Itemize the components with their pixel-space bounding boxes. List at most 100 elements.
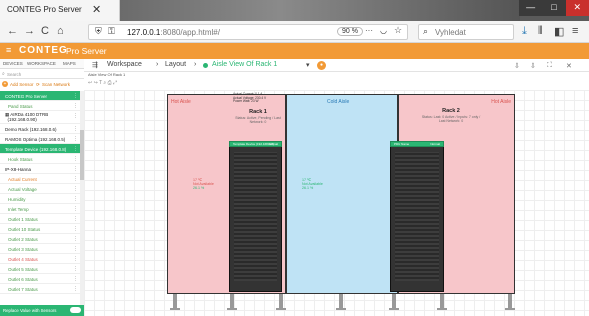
tree-item[interactable]: Inlet Temp ⋮ xyxy=(0,204,80,214)
back-icon[interactable]: ← xyxy=(7,25,18,37)
tree-item[interactable]: Outlet 3 Status ⋮ xyxy=(0,244,80,254)
more-menu-icon[interactable]: ⋮ xyxy=(73,156,78,162)
tree-item[interactable]: Outlet 7 Status ⋮ xyxy=(0,284,80,294)
more-menu-icon[interactable]: ⋮ xyxy=(73,103,78,109)
more-menu-icon[interactable]: ⋮ xyxy=(73,136,78,142)
more-menu-icon[interactable]: ⋮ xyxy=(73,166,78,172)
tree-item[interactable]: Outlet 5 Status ⋮ xyxy=(0,264,80,274)
more-menu-icon[interactable]: ⋮ xyxy=(73,206,78,212)
more-menu-icon[interactable]: ⋮ xyxy=(73,176,78,182)
more-menu-icon[interactable]: ⋮ xyxy=(73,246,78,252)
crumb-layout[interactable]: Layout xyxy=(165,61,186,68)
scan-network-button[interactable]: Scan Network xyxy=(42,82,70,87)
canvas-toolbar[interactable]: ↩ ↪ T ⌕ ⎙ ⤢ xyxy=(88,80,117,86)
more-menu-icon[interactable]: ⋮ xyxy=(73,126,78,132)
notification-badge[interactable]: ● xyxy=(317,61,326,70)
fullscreen-icon[interactable]: ⛶ xyxy=(547,62,552,70)
home-icon[interactable]: ⌂ xyxy=(57,25,64,37)
cold-aisle-label: Cold Aisle xyxy=(327,99,350,105)
tab-maps[interactable]: MAPS xyxy=(63,61,76,66)
tab-devices[interactable]: DEVICES xyxy=(3,61,23,66)
browser-tab[interactable]: CONTEG Pro Server ✕ xyxy=(0,0,120,21)
more-menu-icon[interactable]: ⋮ xyxy=(73,113,78,119)
search-box[interactable]: ⌕ Vyhledat xyxy=(418,24,514,40)
floor-foot xyxy=(227,308,237,310)
more-menu-icon[interactable]: ⋮ xyxy=(73,236,78,242)
rack-2[interactable] xyxy=(390,141,444,292)
tree-item-label: Inlet Temp xyxy=(8,207,29,212)
export-icon[interactable]: ⇩ xyxy=(514,62,520,70)
footer-toggle[interactable] xyxy=(70,307,81,313)
more-menu-icon[interactable]: ⋮ xyxy=(73,146,78,152)
rack-1-title: Rack 1 xyxy=(249,109,267,115)
crumb-aisle-view[interactable]: Aisle View Of Rack 1 xyxy=(212,61,277,68)
maximize-button[interactable]: □ xyxy=(542,0,565,16)
tree-item-label: Hook Status xyxy=(8,157,33,162)
tree-item[interactable]: ▦ AIRDa 4100 DTRB (192.168.0.90) ⋮ xyxy=(0,111,80,124)
tree-item-label: CONTEG Pro Server xyxy=(5,94,48,99)
tree-item[interactable]: Outlet 1 Status ⋮ xyxy=(0,214,80,224)
url-bar[interactable]: ⛨ ⚿ 127.0.0.1:8080/app.html#/ 90 % ··· ◡… xyxy=(88,24,408,40)
hot-aisle-label: Hot Aisle xyxy=(491,99,511,105)
tree-item[interactable]: Actual Current ⋮ xyxy=(0,174,80,184)
tree-item[interactable]: Outlet 4 Status ⋮ xyxy=(0,254,80,264)
sensor-left[interactable]: 17 ℃ Not Available 26.1 % xyxy=(193,178,214,190)
tree-item[interactable]: Outlet 6 Status ⋮ xyxy=(0,274,80,284)
left-search[interactable]: ⌕ Search xyxy=(0,70,84,79)
minimize-button[interactable]: — xyxy=(519,0,542,16)
more-menu-icon[interactable]: ⋮ xyxy=(73,276,78,282)
star-icon[interactable]: ☆ xyxy=(394,25,402,36)
floor-foot xyxy=(389,308,399,310)
more-menu-icon[interactable]: ⋮ xyxy=(73,216,78,222)
tree-item[interactable]: CONTEG Pro Server ⋮ xyxy=(0,91,80,101)
tab-close-icon[interactable]: ✕ xyxy=(92,3,101,16)
tree-item[interactable]: Template Device (192.168.0.8) ⋮ xyxy=(0,144,80,154)
crumb-workspace[interactable]: Workspace xyxy=(107,61,142,68)
more-menu-icon[interactable]: ⋮ xyxy=(73,186,78,192)
tree-item-label: Outlet 2 Status xyxy=(8,237,38,242)
tree-item[interactable]: Actual Voltage ⋮ xyxy=(0,184,80,194)
more-icon[interactable]: ··· xyxy=(365,26,373,35)
tree-item[interactable]: Pand Status ⋮ xyxy=(0,101,80,111)
more-menu-icon[interactable]: ⋮ xyxy=(73,256,78,262)
reader-icon[interactable]: ◧ xyxy=(554,25,564,38)
add-sensor-button[interactable]: Add Sensor xyxy=(10,82,34,87)
close-window-button[interactable]: ✕ xyxy=(565,0,589,16)
download-layout-icon[interactable]: ⇩ xyxy=(530,62,536,70)
close-view-icon[interactable]: ✕ xyxy=(566,62,572,70)
tree-item-address: (192.168.0.90) xyxy=(7,117,37,122)
sensor-middle[interactable]: 17 ℃ Not Available 26.1 % xyxy=(302,178,323,190)
download-icon[interactable]: ⤓ xyxy=(522,25,527,38)
more-menu-icon[interactable]: ⋮ xyxy=(73,266,78,272)
zoom-badge[interactable]: 90 % xyxy=(337,27,363,36)
more-menu-icon[interactable]: ⋮ xyxy=(73,93,78,99)
more-menu-icon[interactable]: ⋮ xyxy=(73,226,78,232)
left-footer: Replace Value with Sensors xyxy=(0,305,84,316)
tree-item[interactable]: Hook Status ⋮ xyxy=(0,154,80,164)
rack-2-device-header[interactable]: PDU Name Normal xyxy=(390,141,444,147)
more-menu-icon[interactable]: ⋮ xyxy=(73,286,78,292)
tab-workspace[interactable]: WORKSPACE xyxy=(27,61,56,66)
tree-item[interactable]: Humidity ⋮ xyxy=(0,194,80,204)
tree-item[interactable]: Demo Rack (192.168.0.6) ⋮ xyxy=(0,124,80,134)
reload-icon[interactable]: C xyxy=(41,25,49,37)
cold-aisle[interactable]: Cold Aisle xyxy=(286,94,398,294)
forward-icon[interactable]: → xyxy=(24,25,35,37)
hamburger-menu-icon[interactable]: ≡ xyxy=(6,45,11,55)
browser-menu-icon[interactable]: ≡ xyxy=(572,25,578,37)
url-path: :8080/app.html#/ xyxy=(160,28,220,37)
tree-item[interactable]: Outlet 10 Status ⋮ xyxy=(0,224,80,234)
more-menu-icon[interactable]: ⋮ xyxy=(73,196,78,202)
tree-item[interactable]: IP-X8-Hanna ⋮ xyxy=(0,164,80,174)
chevron-down-icon[interactable]: ▾ xyxy=(306,61,310,69)
floor-foot xyxy=(276,308,286,310)
workspace-icon: ⇶ xyxy=(92,62,98,69)
tree-item-label: Pand Status xyxy=(8,104,33,109)
tree-item[interactable]: Outlet 2 Status ⋮ xyxy=(0,234,80,244)
rack-1-device-header[interactable]: Template Device (192.168.0.8) Normal xyxy=(229,141,282,147)
library-icon[interactable]: ⫴ xyxy=(538,25,543,38)
rack-1[interactable] xyxy=(229,141,282,292)
pocket-icon[interactable]: ◡ xyxy=(380,26,387,35)
left-search-input[interactable]: Search xyxy=(7,72,21,77)
tree-item[interactable]: RAMOS Optima (192.168.0.5) ⋮ xyxy=(0,134,80,144)
